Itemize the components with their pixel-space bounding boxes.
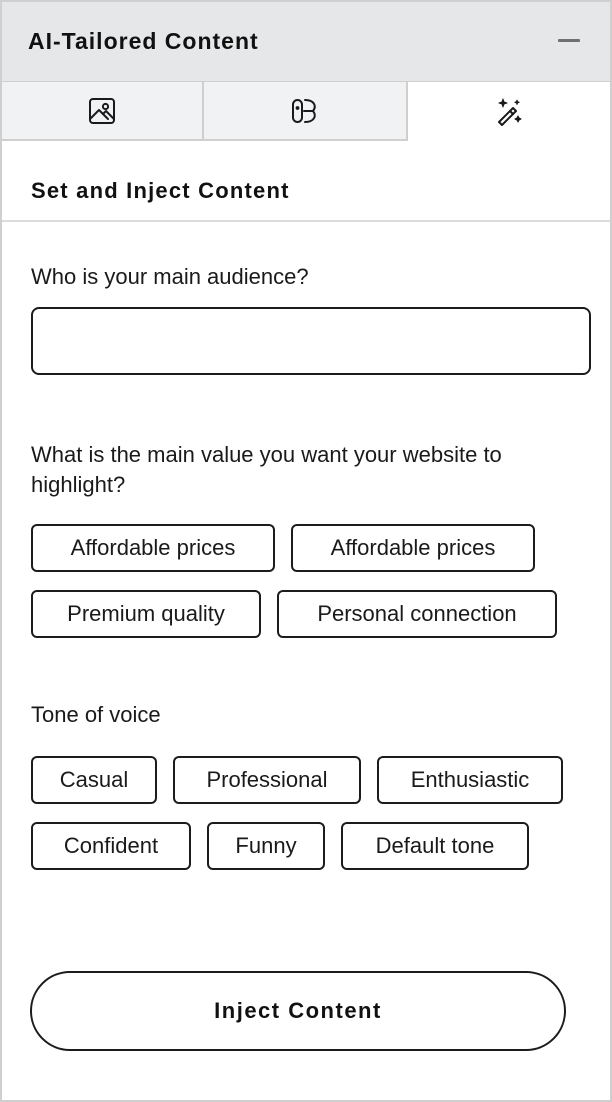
tone-option-chip[interactable]: Default tone [341, 822, 529, 870]
section-divider [2, 220, 610, 222]
tab-ai-content[interactable] [408, 82, 610, 141]
tone-label: Tone of voice [31, 702, 161, 727]
value-question-label: What is the main value you want your web… [31, 442, 502, 497]
value-option-chip[interactable]: Affordable prices [291, 524, 535, 572]
panel-header: AI-Tailored Content [2, 2, 610, 82]
tone-option-chip[interactable]: Enthusiastic [377, 756, 563, 804]
tone-option-chip[interactable]: Confident [31, 822, 191, 870]
magic-wand-sparkle-icon [498, 98, 522, 126]
value-option-chip[interactable]: Personal connection [277, 590, 557, 638]
section-title: Set and Inject Content [31, 178, 290, 203]
tone-option-chip[interactable]: Professional [173, 756, 361, 804]
image-icon [89, 97, 115, 124]
ai-content-panel: AI-Tailored Content Set and Inject Conte… [0, 0, 612, 1102]
tone-option-chip[interactable]: Casual [31, 756, 157, 804]
tab-bar [2, 82, 610, 141]
inject-content-button[interactable]: Inject Content [30, 971, 566, 1051]
minus-icon [558, 39, 580, 42]
audience-label: Who is your main audience? [31, 264, 309, 289]
bandage-icon [292, 98, 316, 123]
tab-components[interactable] [204, 82, 408, 141]
audience-input[interactable] [31, 307, 591, 375]
panel-title: AI-Tailored Content [28, 28, 259, 54]
tone-option-chip[interactable]: Funny [207, 822, 325, 870]
value-option-chip[interactable]: Premium quality [31, 590, 261, 638]
value-option-chip[interactable]: Affordable prices [31, 524, 275, 572]
tab-images[interactable] [2, 82, 204, 141]
collapse-button[interactable] [554, 30, 584, 54]
